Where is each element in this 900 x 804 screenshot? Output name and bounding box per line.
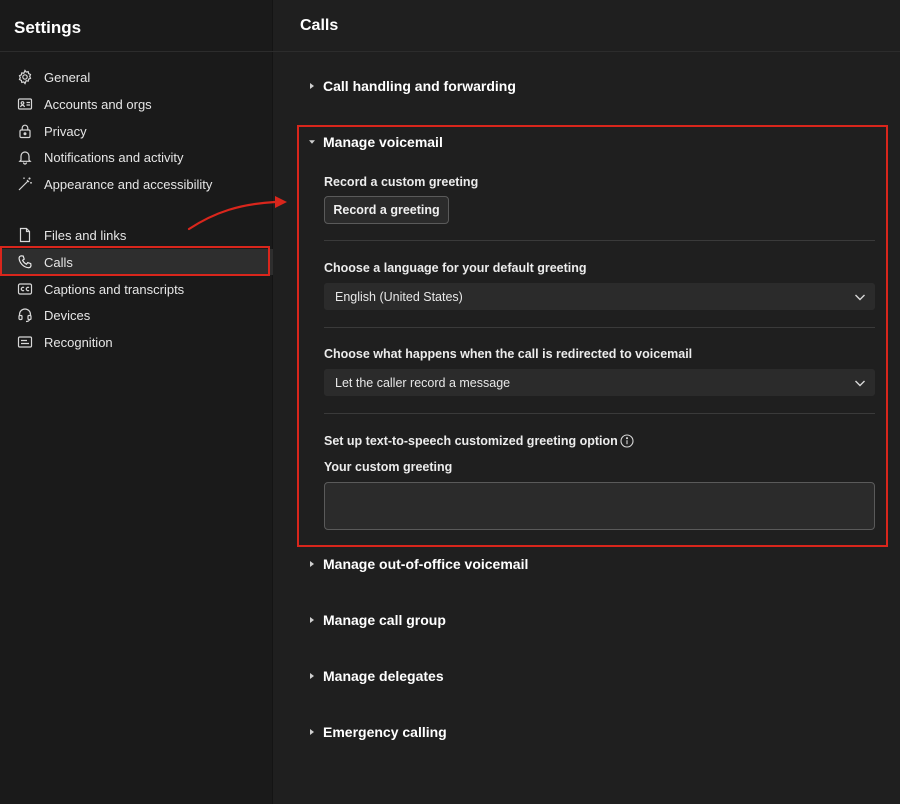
gear-icon: [17, 69, 33, 85]
sidebar-item-appearance[interactable]: Appearance and accessibility: [0, 171, 273, 197]
sidebar-item-devices[interactable]: Devices: [0, 302, 273, 328]
lock-icon: [17, 123, 33, 139]
record-greeting-label: Record a custom greeting: [324, 175, 479, 189]
magic-wand-icon: [17, 176, 33, 192]
language-dropdown[interactable]: English (United States): [324, 283, 875, 310]
section-title: Manage out-of-office voicemail: [323, 556, 529, 572]
sidebar-item-files[interactable]: Files and links: [0, 222, 273, 248]
sidebar-item-label: Captions and transcripts: [44, 282, 185, 297]
sidebar-divider: [0, 51, 273, 52]
caret-down-icon: [307, 137, 317, 147]
section-title: Emergency calling: [323, 724, 447, 740]
sidebar-title: Settings: [14, 18, 82, 37]
redirect-dropdown-value: Let the caller record a message: [335, 376, 511, 390]
sidebar-item-label: Devices: [44, 308, 91, 323]
sidebar-item-privacy[interactable]: Privacy: [0, 118, 273, 144]
divider: [324, 413, 875, 414]
main-divider: [273, 51, 900, 52]
sidebar-item-label: Accounts and orgs: [44, 97, 152, 112]
info-icon[interactable]: [620, 434, 634, 448]
divider: [324, 327, 875, 328]
sidebar-item-label: Files and links: [44, 228, 127, 243]
record-greeting-button[interactable]: Record a greeting: [324, 196, 449, 224]
caret-right-icon: [307, 727, 317, 737]
caret-right-icon: [307, 615, 317, 625]
headset-icon: [17, 307, 33, 323]
section-title: Manage delegates: [323, 668, 444, 684]
divider: [324, 240, 875, 241]
caret-right-icon: [307, 559, 317, 569]
section-call-handling[interactable]: Call handling and forwarding: [307, 75, 516, 97]
redirect-dropdown[interactable]: Let the caller record a message: [324, 369, 875, 396]
chevron-down-icon: [854, 291, 866, 303]
sidebar-item-label: Notifications and activity: [44, 150, 184, 165]
caret-right-icon: [307, 671, 317, 681]
redirect-label: Choose what happens when the call is red…: [324, 347, 693, 361]
section-delegates[interactable]: Manage delegates: [307, 665, 444, 687]
sidebar-item-recognition[interactable]: Recognition: [0, 329, 273, 355]
custom-greeting-label: Your custom greeting: [324, 460, 453, 474]
sidebar-item-label: Privacy: [44, 124, 87, 139]
sidebar-item-notifications[interactable]: Notifications and activity: [0, 144, 273, 170]
language-dropdown-value: English (United States): [335, 290, 463, 304]
section-voicemail[interactable]: Manage voicemail: [307, 131, 443, 153]
main-panel: Calls Call handling and forwarding Manag…: [273, 0, 900, 804]
language-label: Choose a language for your default greet…: [324, 261, 587, 275]
id-card-icon: [17, 96, 33, 112]
page-title: Calls: [300, 17, 339, 34]
sidebar-item-label: Appearance and accessibility: [44, 177, 213, 192]
section-title: Manage call group: [323, 612, 446, 628]
chevron-down-icon: [854, 377, 866, 389]
sidebar-item-accounts[interactable]: Accounts and orgs: [0, 91, 273, 117]
calls-highlight-annotation: [0, 246, 270, 276]
recognition-icon: [17, 334, 33, 350]
file-icon: [17, 227, 33, 243]
sidebar-item-label: General: [44, 70, 91, 85]
section-call-group[interactable]: Manage call group: [307, 609, 446, 631]
bell-icon: [17, 149, 33, 165]
sidebar-item-general[interactable]: General: [0, 64, 273, 90]
sidebar-item-label: Recognition: [44, 335, 113, 350]
section-emergency[interactable]: Emergency calling: [307, 721, 447, 743]
section-title: Call handling and forwarding: [323, 78, 516, 94]
sidebar-item-captions[interactable]: Captions and transcripts: [0, 276, 273, 302]
section-out-of-office[interactable]: Manage out-of-office voicemail: [307, 553, 528, 575]
cc-icon: [17, 281, 33, 297]
tts-label: Set up text-to-speech customized greetin…: [324, 434, 618, 448]
custom-greeting-input[interactable]: [324, 482, 875, 530]
section-title: Manage voicemail: [323, 134, 443, 150]
caret-right-icon: [307, 81, 317, 91]
sidebar: Settings General Accounts and orgs Priva…: [0, 0, 273, 804]
